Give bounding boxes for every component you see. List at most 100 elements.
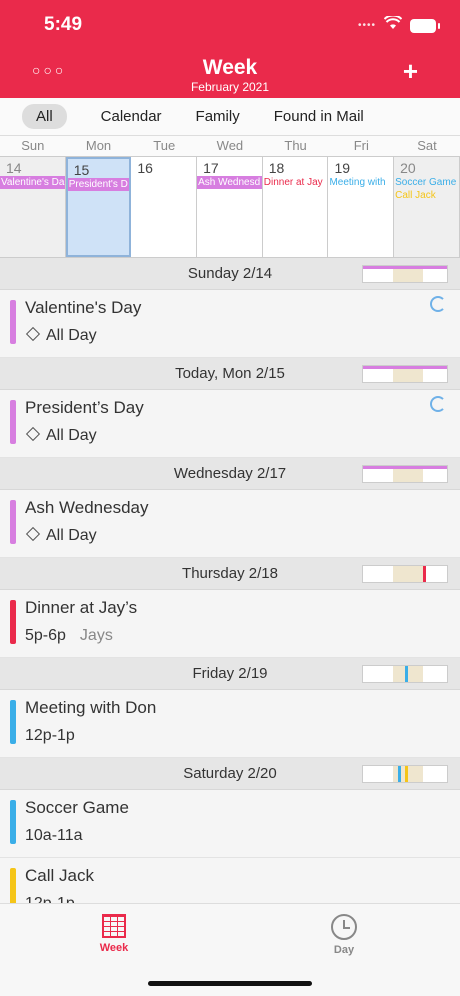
page-subtitle: February 2021 [190,80,270,94]
day-event-chip[interactable]: Dinner at Jay [263,176,328,189]
event-time: All Day [46,427,97,444]
event-time-row: 12p-1p [25,895,75,903]
day-section-header: Saturday 2/20 [0,758,460,790]
event-row[interactable]: Valentine's Day All Day [0,290,460,358]
weekday-name: Tue [153,138,176,153]
day-cell[interactable]: 17 Ash Wednesd [197,157,263,257]
event-color-bar [10,700,16,744]
day-cell[interactable]: 18 Dinner at Jay [262,157,329,257]
day-event-chip[interactable]: Ash Wednesd [197,176,262,189]
event-title: Call Jack [25,866,94,885]
tab-week-label: Week [99,942,129,954]
event-color-bar [10,500,16,544]
event-time: 12p-1p [25,727,75,744]
week-grid-icon [102,914,126,938]
day-cell[interactable]: 14 Valentine's Da [0,157,66,257]
day-event-chip[interactable]: Call Jack [394,189,459,202]
timeline-event-tick [398,766,401,782]
event-location: Jays [79,627,113,644]
filter-tab-found-in-mail[interactable]: Found in Mail [274,108,364,125]
day-number: 17 [203,160,219,176]
event-title: Valentine's Day [25,298,142,317]
day-number: 18 [268,160,285,176]
event-title: Dinner at Jay’s [25,598,138,617]
day-cell[interactable]: 19 Meeting with [328,157,395,257]
day-number: 20 [400,160,416,176]
allday-band [363,266,447,269]
event-row[interactable]: Dinner at Jay’s 5p-6p Jays [0,590,460,658]
weekday-name: Fri [353,138,369,153]
day-number: 15 [73,162,90,178]
timeline-event-tick [405,766,408,782]
timeline-daytime-band [393,666,423,682]
day-number: 19 [334,160,351,176]
day-timeline-mini [362,765,448,783]
tab-day[interactable]: Day [304,914,384,956]
day-cell[interactable]: 15 President's D [65,157,132,257]
weekday-name: Sat [417,138,437,153]
event-row[interactable]: Soccer Game 10a-11a [0,790,460,858]
day-timeline-mini [362,265,448,283]
event-time: All Day [46,327,97,344]
add-event-button[interactable]: + [403,58,418,84]
tab-week[interactable]: Week [74,914,154,954]
day-event-chip[interactable]: Valentine's Da [0,176,65,189]
day-section-header: Thursday 2/18 [0,558,460,590]
day-timeline-mini [362,365,448,383]
home-indicator [148,981,312,986]
day-cell[interactable]: 20 Soccer Game Call Jack [394,157,460,257]
day-event-chip[interactable]: President's D [67,178,130,191]
all-day-diamond-icon [25,326,41,342]
day-timeline-mini [362,465,448,483]
day-event-chip[interactable]: Meeting with [328,176,393,189]
event-color-bar [10,600,16,644]
event-time-row: All Day [25,426,97,445]
tab-day-label: Day [333,944,355,956]
day-timeline-mini [362,665,448,683]
allday-band [363,366,447,369]
event-time: 5p-6p [25,627,66,644]
event-time-row: 12p-1p [25,727,75,745]
all-day-diamond-icon [25,426,41,442]
event-row[interactable]: Call Jack 12p-1p [0,858,460,903]
sync-icon [430,396,446,412]
day-cell[interactable]: 16 [131,157,198,257]
day-section-header: Wednesday 2/17 [0,458,460,490]
day-number: 16 [137,160,153,176]
calendar-filter-bar: All Calendar Family Found in Mail [0,98,460,136]
weekday-name: Thu [284,138,307,153]
event-row[interactable]: Meeting with Don 12p-1p [0,690,460,758]
event-time: All Day [46,527,97,544]
event-time: 12p-1p [25,895,75,903]
agenda-list[interactable]: Sunday 2/14 Valentine's Day All Day Today, … [0,258,460,903]
all-day-diamond-icon [25,526,41,542]
filter-tab-all[interactable]: All [22,104,67,129]
timeline-daytime-band [393,566,423,582]
event-row[interactable]: Ash Wednesday All Day [0,490,460,558]
weekday-name: Mon [85,138,112,153]
event-row[interactable]: President’s Day All Day [0,390,460,458]
event-title: Ash Wednesday [25,498,149,517]
page-title: Week [202,56,258,79]
filter-tab-family[interactable]: Family [196,108,240,125]
day-timeline-mini [362,565,448,583]
sync-icon [430,296,446,312]
allday-band [363,466,447,469]
day-section-header: Friday 2/19 [0,658,460,690]
timeline-event-tick [423,566,426,582]
event-color-bar [10,800,16,844]
event-color-bar [10,300,16,344]
status-icons: •••• [358,14,440,35]
filter-tab-calendar[interactable]: Calendar [101,108,162,125]
weekday-name: Sun [21,138,45,153]
weekday-name: Wed [216,138,244,153]
event-color-bar [10,868,16,903]
weekday-header: Sun Mon Tue Wed Thu Fri Sat [0,136,460,156]
event-title: Soccer Game [25,798,129,817]
app-header: 5:49 •••• ○○○ Week February 2021 + [0,0,460,98]
day-event-chip[interactable]: Soccer Game [394,176,459,189]
battery-icon [410,18,440,33]
timeline-event-tick [405,666,408,682]
day-number: 14 [6,160,22,176]
event-time-row: All Day [25,526,97,545]
